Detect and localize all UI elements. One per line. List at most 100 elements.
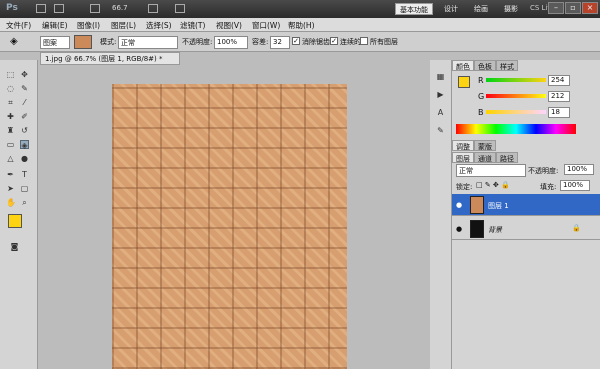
- opacity-input[interactable]: 100%: [214, 36, 248, 49]
- mode-select[interactable]: 正常: [118, 36, 178, 49]
- brushes-panel-icon[interactable]: ✎: [436, 126, 445, 135]
- antialias-label: 消除锯齿: [302, 38, 330, 46]
- contiguous-checkbox[interactable]: ✓: [330, 37, 338, 45]
- eye-icon[interactable]: ●: [456, 201, 462, 209]
- b-slider[interactable]: [486, 110, 546, 114]
- layer-row[interactable]: ● 图层 1: [452, 194, 600, 216]
- workspace-painting[interactable]: 绘画: [470, 3, 492, 15]
- character-panel-icon[interactable]: A: [436, 108, 445, 117]
- fill-input[interactable]: 100%: [560, 180, 590, 191]
- menu-image[interactable]: 图像(I): [77, 20, 100, 31]
- quick-select-icon[interactable]: ✎: [20, 84, 29, 93]
- menu-bar: 文件(F) 编辑(E) 图像(I) 图层(L) 选择(S) 滤镜(T) 视图(V…: [0, 18, 600, 32]
- dodge-icon[interactable]: ●: [20, 154, 29, 163]
- r-slider[interactable]: [486, 78, 546, 82]
- arrange-icon[interactable]: [148, 4, 158, 13]
- tab-swatches[interactable]: 色板: [474, 60, 496, 71]
- path-select-icon[interactable]: ➤: [6, 184, 15, 193]
- document-image[interactable]: [112, 84, 347, 369]
- lock-label: 锁定:: [456, 183, 473, 191]
- pen-icon[interactable]: ✒: [6, 170, 15, 179]
- workspace-essentials[interactable]: 基本功能: [395, 3, 433, 15]
- b-input[interactable]: 18: [548, 107, 570, 118]
- tab-color[interactable]: 颜色: [452, 60, 474, 71]
- menu-select[interactable]: 选择(S): [146, 20, 172, 31]
- close-button[interactable]: ×: [582, 2, 598, 14]
- lasso-icon[interactable]: ◌: [6, 84, 15, 93]
- g-input[interactable]: 212: [548, 91, 570, 102]
- layers-panel-tabs: 图层 通道 路径: [452, 152, 518, 163]
- menu-filter[interactable]: 滤镜(T): [180, 20, 205, 31]
- tolerance-input[interactable]: 32: [270, 36, 290, 49]
- menu-view[interactable]: 视图(V): [216, 20, 242, 31]
- move-icon[interactable]: ✥: [20, 70, 29, 79]
- pattern-swatch[interactable]: [74, 35, 92, 49]
- layer-name[interactable]: 图层 1: [488, 201, 509, 211]
- b-label: B: [478, 108, 484, 117]
- right-panels: 颜色 色板 样式 R 254 G 212 B 18 调整 蒙版 图层 通道 路径…: [452, 60, 600, 369]
- layer-opacity-label: 不透明度:: [528, 167, 559, 175]
- minimize-button[interactable]: –: [548, 2, 564, 14]
- menu-window[interactable]: 窗口(W): [252, 20, 280, 31]
- quick-mask-icon[interactable]: ◙: [10, 242, 19, 251]
- tab-adjustments[interactable]: 调整: [452, 140, 474, 151]
- eye-icon[interactable]: ●: [456, 225, 462, 233]
- color-ramp[interactable]: [456, 124, 576, 134]
- history-panel-icon[interactable]: ▦: [436, 72, 445, 81]
- document-tab[interactable]: 1.jpg @ 66.7% (图层 1, RGB/8#) *: [40, 52, 180, 65]
- g-slider[interactable]: [486, 94, 546, 98]
- options-bar: ◈ 图案 模式: 正常 不透明度: 100% 容差: 32 ✓ 消除锯齿 ✓ 连…: [0, 32, 600, 52]
- hand-icon[interactable]: [90, 4, 100, 13]
- foreground-color[interactable]: [8, 214, 22, 228]
- antialias-checkbox[interactable]: ✓: [292, 37, 300, 45]
- panel-foreground-swatch[interactable]: [458, 76, 470, 88]
- workspace-photography[interactable]: 摄影: [500, 3, 522, 15]
- stamp-icon[interactable]: ♜: [6, 126, 15, 135]
- zoom-level[interactable]: 66.7: [112, 4, 128, 12]
- menu-layer[interactable]: 图层(L): [111, 20, 136, 31]
- workspace-design[interactable]: 设计: [440, 3, 462, 15]
- menu-edit[interactable]: 编辑(E): [42, 20, 68, 31]
- eyedropper-icon[interactable]: ⁄: [20, 98, 29, 107]
- g-label: G: [478, 92, 485, 101]
- tab-layers[interactable]: 图层: [452, 152, 474, 163]
- layer-row[interactable]: ● 背景 🔒: [452, 218, 600, 240]
- lock-icons[interactable]: □ ✎ ✥ 🔒: [476, 181, 510, 189]
- all-layers-checkbox[interactable]: [360, 37, 368, 45]
- crop-icon[interactable]: ⌗: [6, 98, 15, 107]
- title-bar: Ps 66.7 基本功能 设计 绘画 摄影 CS Live – ▫ ×: [0, 0, 600, 18]
- tab-styles[interactable]: 样式: [496, 60, 518, 71]
- r-input[interactable]: 254: [548, 75, 570, 86]
- hand-tool-icon[interactable]: ✋: [6, 198, 16, 207]
- opacity-label: 不透明度:: [182, 38, 213, 46]
- minibridge-icon[interactable]: [54, 4, 64, 13]
- healing-icon[interactable]: ✚: [6, 112, 15, 121]
- tab-masks[interactable]: 蒙版: [474, 140, 496, 151]
- menu-file[interactable]: 文件(F): [6, 20, 31, 31]
- menu-help[interactable]: 帮助(H): [288, 20, 315, 31]
- bridge-icon[interactable]: [36, 4, 46, 13]
- screen-mode-icon[interactable]: [175, 4, 185, 13]
- shape-icon[interactable]: ▢: [20, 184, 29, 193]
- layer-opacity-input[interactable]: 100%: [564, 164, 594, 175]
- blend-mode-select[interactable]: 正常: [456, 164, 526, 177]
- paint-bucket-tool-icon[interactable]: ◈: [20, 140, 29, 150]
- brush-icon[interactable]: ✐: [20, 112, 29, 121]
- mode-label: 模式:: [100, 38, 117, 46]
- marquee-icon[interactable]: ⬚: [6, 70, 15, 79]
- restore-button[interactable]: ▫: [565, 2, 581, 14]
- tab-channels[interactable]: 通道: [474, 152, 496, 163]
- zoom-icon[interactable]: ⌕: [20, 198, 29, 207]
- blur-icon[interactable]: △: [6, 154, 15, 163]
- history-brush-icon[interactable]: ↺: [20, 126, 29, 135]
- tab-paths[interactable]: 路径: [496, 152, 518, 163]
- paint-bucket-icon[interactable]: ◈: [10, 36, 18, 47]
- eraser-icon[interactable]: ▭: [6, 140, 15, 149]
- all-layers-label: 所有图层: [370, 38, 398, 46]
- type-icon[interactable]: T: [20, 170, 29, 179]
- fill-label: 填充:: [540, 183, 557, 191]
- layer-name[interactable]: 背景: [488, 225, 502, 235]
- actions-panel-icon[interactable]: ▶: [436, 90, 445, 99]
- fill-source-select[interactable]: 图案: [40, 36, 70, 49]
- tolerance-label: 容差:: [252, 38, 269, 46]
